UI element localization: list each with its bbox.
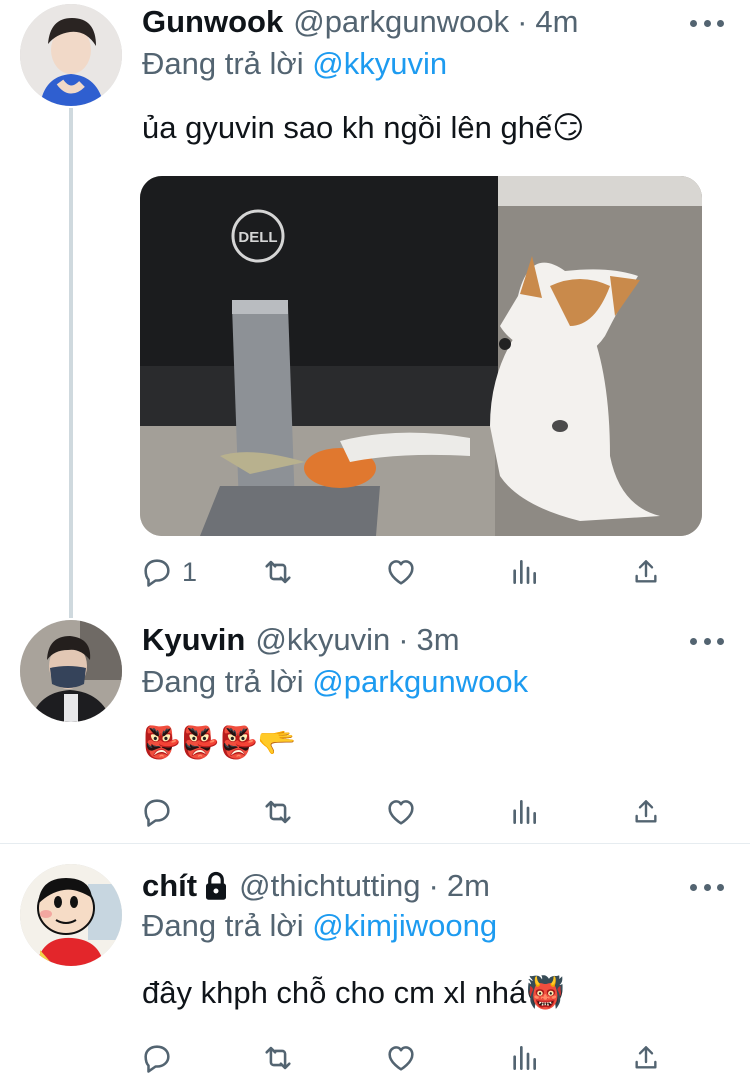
like-button[interactable] [384, 1038, 418, 1078]
avatar[interactable] [20, 620, 122, 722]
replying-prefix: Đang trả lời [142, 664, 304, 699]
timestamp[interactable]: 3m [417, 622, 460, 658]
tweet-text: đây khph chỗ cho cm xl nhá👹 [142, 975, 565, 1010]
avatar[interactable] [20, 4, 122, 106]
analytics-button[interactable] [508, 792, 540, 832]
tweet-actions [140, 792, 680, 832]
tweet-header: Gunwook @parkgunwook · 4m [142, 0, 579, 44]
tweet-text: 👺👺👺🫳 [142, 725, 297, 760]
more-options-icon[interactable] [690, 18, 724, 28]
lock-icon [206, 871, 227, 900]
mention-link[interactable]: @kimjiwoong [312, 908, 497, 943]
reply-icon [144, 799, 170, 827]
reply-button[interactable] [140, 1038, 174, 1078]
reply-icon [144, 559, 170, 587]
replying-prefix: Đang trả lời [142, 908, 304, 943]
analytics-icon [513, 560, 536, 584]
like-icon [388, 1046, 414, 1071]
thread-line [69, 108, 73, 618]
avatar[interactable] [20, 864, 122, 966]
reply-count: 1 [182, 556, 198, 587]
username-handle[interactable]: @kkyuvin [255, 622, 390, 658]
replying-prefix: Đang trả lời [142, 46, 304, 81]
retweet-button[interactable] [260, 792, 296, 832]
analytics-icon [513, 800, 536, 824]
tweet-media-image[interactable]: DELL [140, 176, 702, 536]
retweet-icon [265, 560, 291, 584]
like-icon [388, 560, 414, 585]
reply-icon [144, 1045, 170, 1073]
share-button[interactable] [630, 552, 662, 592]
like-button[interactable] [384, 552, 418, 592]
tweet-header: chít @thichtutting · 2m [142, 864, 490, 908]
username-handle[interactable]: @parkgunwook [293, 4, 509, 40]
tweet-kyuvin[interactable]: Kyuvin @kkyuvin · 3m Đang trả lời @parkg… [0, 610, 750, 842]
retweet-icon [265, 1046, 291, 1070]
tweet-text: ủa gyuvin sao kh ngồi lên ghế😏 [142, 110, 585, 145]
timestamp[interactable]: 4m [535, 4, 578, 40]
display-name[interactable]: Gunwook [142, 4, 283, 40]
reply-button[interactable]: 1 [140, 552, 197, 592]
tweet-actions [140, 1038, 680, 1078]
monitor-brand-logo: DELL [238, 229, 277, 246]
analytics-button[interactable] [508, 1038, 540, 1078]
retweet-button[interactable] [260, 552, 296, 592]
like-icon [388, 800, 414, 825]
share-button[interactable] [630, 792, 662, 832]
replying-to: Đang trả lời @kkyuvin [142, 46, 447, 82]
display-name[interactable]: Kyuvin [142, 622, 245, 658]
tweet-header: Kyuvin @kkyuvin · 3m [142, 618, 460, 662]
more-options-icon[interactable] [690, 882, 724, 892]
timestamp[interactable]: 2m [447, 868, 490, 904]
separator-dot: · [517, 4, 528, 39]
share-button[interactable] [630, 1038, 662, 1078]
retweet-button[interactable] [260, 1038, 296, 1078]
reply-button[interactable] [140, 792, 174, 832]
more-options-icon[interactable] [690, 636, 724, 646]
mention-link[interactable]: @parkgunwook [312, 664, 528, 699]
share-icon [635, 800, 657, 823]
like-button[interactable] [384, 792, 418, 832]
separator-dot: · [428, 868, 439, 903]
share-icon [635, 1046, 657, 1069]
tweet-gunwook[interactable]: Gunwook @parkgunwook · 4m Đang trả lời @… [0, 0, 750, 618]
display-name[interactable]: chít [142, 868, 197, 904]
analytics-button[interactable] [508, 552, 540, 592]
retweet-icon [265, 800, 291, 824]
tweet-chit[interactable]: chít @thichtutting · 2m Đang trả lời @ki… [0, 844, 750, 1073]
share-icon [635, 560, 657, 583]
replying-to: Đang trả lời @parkgunwook [142, 664, 528, 700]
username-handle[interactable]: @thichtutting [239, 868, 420, 904]
mention-link[interactable]: @kkyuvin [312, 46, 447, 81]
replying-to: Đang trả lời @kimjiwoong [142, 908, 497, 944]
analytics-icon [513, 1046, 536, 1070]
tweet-actions: 1 [140, 552, 680, 592]
separator-dot: · [398, 622, 409, 657]
